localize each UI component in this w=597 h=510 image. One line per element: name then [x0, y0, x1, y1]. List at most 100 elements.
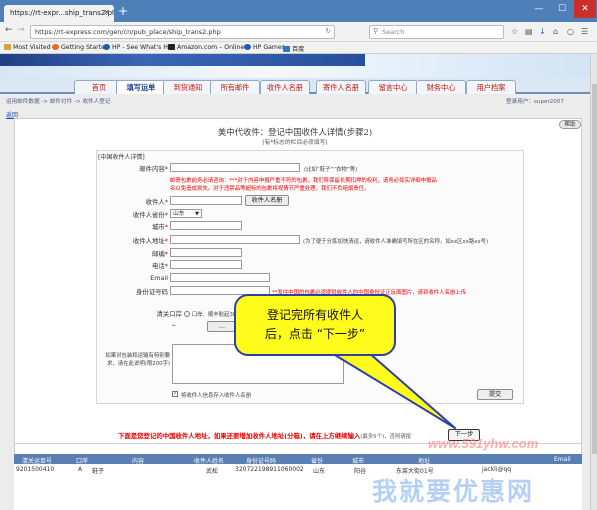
- bookmark-label: Amazon.com – Online...: [177, 44, 251, 51]
- email-label: Email: [150, 274, 168, 282]
- required-marker: *: [164, 223, 168, 231]
- star-icon[interactable]: ☆: [511, 27, 518, 36]
- warning-line-2: 名以免造成损失。对于违禁品等超标的包裹将视情节严重处理，我们不负赔偿责任。: [170, 186, 370, 192]
- browser-window: https://rt-expr...ship_trans2.php ✕ + — …: [0, 0, 597, 510]
- bookmark-label: HP - See What's Hot: [112, 44, 175, 51]
- header-waybill: 清关运单号: [22, 458, 53, 465]
- content-input[interactable]: [170, 163, 300, 172]
- breadcrumb: 运用邮件数据 -> 邮件付件 -> 收件人登记 登录用户：super2007: [0, 96, 590, 106]
- bookmark-label: Getting Started: [61, 44, 109, 51]
- required-marker: *: [164, 211, 168, 219]
- page-subtitle: (有*标志的栏目必须填写): [262, 140, 328, 146]
- recipient-name-input[interactable]: [170, 196, 242, 205]
- search-input[interactable]: ⚲ Search: [369, 25, 504, 39]
- folder-icon: [4, 44, 11, 50]
- address-input[interactable]: [170, 235, 300, 244]
- menu-recipient-book[interactable]: 收件人名册: [260, 80, 310, 94]
- province-value: 山东: [173, 211, 185, 217]
- header-email: Email: [554, 456, 571, 463]
- watermark-url: www.591yhw.com: [428, 436, 539, 451]
- content-label: 邮件内容*: [96, 164, 168, 173]
- scrollbar-thumb[interactable]: [592, 84, 597, 454]
- bottom-message: 下面是您登记的中国收件人地址，如果还要增加收件人地址(分箱)，请在上方继续输入(…: [118, 431, 411, 440]
- menu-all-mail[interactable]: 所有邮件: [210, 80, 260, 94]
- browser-tab[interactable]: https://rt-expr...ship_trans2.php ✕: [4, 5, 114, 22]
- address-bar[interactable]: https://rt-express.com/gen/cn/pub_place/…: [30, 25, 335, 39]
- header-city: 城市: [352, 458, 365, 465]
- id-number-label: 身份证号码: [136, 288, 168, 296]
- home-icon[interactable]: ⌂: [553, 27, 558, 36]
- bookmark-hp-games[interactable]: HP Games: [244, 44, 285, 51]
- maximize-button[interactable]: ☐: [551, 0, 573, 18]
- menu-message-center[interactable]: 留言中心: [368, 80, 418, 94]
- menu-fill-waybill[interactable]: 填写运单: [116, 80, 166, 94]
- chat-icon[interactable]: ○: [567, 27, 574, 36]
- submit-button[interactable]: 提交: [477, 389, 513, 400]
- menu-user-profile[interactable]: 用户档案: [466, 80, 516, 94]
- forward-arrow-icon[interactable]: →: [17, 25, 25, 35]
- search-placeholder: Search: [382, 28, 405, 36]
- bookmark-getting-started[interactable]: Getting Started: [52, 44, 109, 51]
- menu-icon[interactable]: ☰: [581, 27, 588, 36]
- email-input[interactable]: [170, 273, 270, 282]
- zip-label: 邮编*: [96, 249, 168, 258]
- recipient-name-label: 收件人*: [96, 197, 168, 206]
- save-to-book-checkbox[interactable]: ✓: [172, 391, 178, 397]
- label-text: 邮编: [152, 250, 165, 258]
- required-marker: *: [164, 237, 168, 245]
- bookmark-most-visited[interactable]: Most Visited: [4, 44, 51, 51]
- address-hint: (为了便于分拣加快清运，请收件人准确填写所在区的名称，如xx区xx路xx号): [303, 239, 489, 245]
- label-text: 电话: [152, 262, 165, 270]
- bookmark-hp[interactable]: HP - See What's Hot: [103, 44, 174, 51]
- download-icon[interactable]: ↓: [539, 27, 546, 36]
- reload-icon[interactable]: ↻: [326, 27, 331, 35]
- recipient-book-button[interactable]: 收件人名册: [245, 195, 289, 206]
- bookmark-label: HP Games: [253, 44, 285, 51]
- menu-finance-center[interactable]: 财务中心: [416, 80, 466, 94]
- banner-logo: [0, 54, 365, 66]
- header-name: 收件人姓名: [194, 458, 225, 465]
- zip-input[interactable]: [170, 248, 242, 257]
- radio-icon: [184, 311, 190, 317]
- cell-waybill: 9201500410: [16, 466, 55, 473]
- header-province: 省份: [311, 458, 324, 465]
- bookmark-label: Most Visited: [13, 44, 51, 51]
- phone-input[interactable]: [170, 260, 242, 269]
- bottom-message-small: (最多5个)，否则请按: [360, 434, 412, 440]
- amazon-icon: [168, 44, 175, 50]
- phone-label: 电话*: [96, 261, 168, 270]
- search-icon: ⚲: [373, 27, 379, 35]
- label-text: 城市: [152, 223, 165, 231]
- firefox-icon: [52, 44, 59, 50]
- content-hint: (比如“鞋子”“衣物”等): [304, 167, 358, 173]
- required-marker: *: [164, 250, 168, 258]
- tab-close-icon[interactable]: ✕: [103, 8, 110, 17]
- clipboard-icon[interactable]: ▤: [525, 27, 533, 36]
- bookmark-baidu[interactable]: 百度: [283, 44, 304, 53]
- back-arrow-icon[interactable]: ←: [5, 25, 13, 35]
- bookmark-amazon[interactable]: Amazon.com – Online...: [168, 44, 250, 51]
- hp-icon: [103, 44, 110, 50]
- city-label: 城市*: [96, 222, 168, 231]
- new-tab-button[interactable]: +: [118, 5, 128, 17]
- menu-sender-book[interactable]: 寄件人名册: [316, 80, 366, 94]
- bottom-message-text: 下面是您登记的中国收件人地址，如果还要增加收件人地址(分箱)，请在上方继续输入: [118, 432, 361, 440]
- cell-port: A: [78, 466, 83, 473]
- choose-port-button[interactable]: …: [207, 321, 237, 332]
- label-text: 收件人: [145, 198, 165, 206]
- customs-note: ←: [172, 323, 177, 329]
- vertical-scrollbar[interactable]: [590, 54, 597, 510]
- close-window-button[interactable]: ✕: [574, 0, 596, 18]
- menu-arrival-notice[interactable]: 到货通知: [163, 80, 213, 94]
- baidu-icon: [283, 46, 290, 52]
- callout-line-2: 后，点击 “下一步”: [264, 327, 366, 341]
- city-input[interactable]: [170, 221, 242, 230]
- label-text: 收件人地址: [132, 237, 165, 245]
- minimize-button[interactable]: —: [528, 0, 550, 18]
- label-text: 邮件内容: [139, 165, 165, 173]
- navigation-toolbar: ← → https://rt-express.com/gen/cn/pub_pl…: [0, 22, 597, 42]
- header-id: 身份证号码: [246, 458, 277, 465]
- header-content: 内容: [132, 458, 145, 465]
- province-select[interactable]: 山东 ▼: [170, 209, 202, 218]
- bookmarks-toolbar: Most Visited Getting Started HP - See Wh…: [0, 42, 597, 54]
